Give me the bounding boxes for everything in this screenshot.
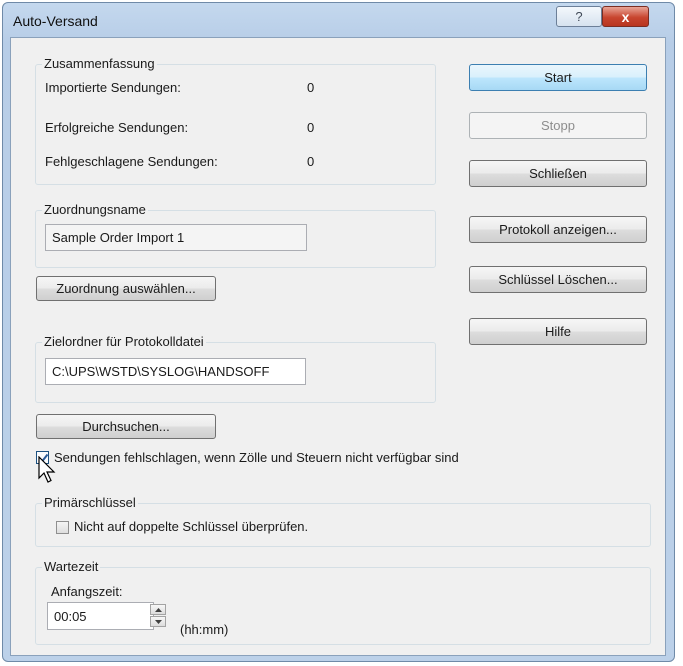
mapping-group-label: Zuordnungsname [42,202,148,218]
fail-shipments-label[interactable]: Sendungen fehlschlagen, wenn Zölle und S… [54,450,459,465]
dialog-body: Zusammenfassung Importierte Sendungen: 0… [10,37,666,656]
primary-key-group-label: Primärschlüssel [42,495,138,511]
failed-shipments-value: 0 [307,154,315,169]
summary-group-label: Zusammenfassung [42,56,157,72]
failed-shipments-label: Fehlgeschlagene Sendungen: [45,154,218,169]
wait-group-label: Wartezeit [42,559,101,575]
successful-shipments-label: Erfolgreiche Sendungen: [45,120,189,135]
delete-keys-button[interactable]: Schlüssel Löschen... [469,266,647,293]
no-duplicate-check-label[interactable]: Nicht auf doppelte Schlüssel überprüfen. [74,519,308,534]
no-duplicate-check-checkbox[interactable] [56,521,69,534]
start-time-label: Anfangszeit: [51,584,123,599]
log-folder-input[interactable]: C:\UPS\WSTD\SYSLOG\HANDSOFF [45,358,306,385]
select-mapping-button[interactable]: Zuordnung auswählen... [36,276,216,301]
stop-button[interactable]: Stopp [469,112,647,139]
close-icon[interactable]: x [602,6,649,27]
dialog-window: Auto-Versand ? x Zusammenfassung Importi… [2,2,675,662]
imported-shipments-label: Importierte Sendungen: [45,80,181,95]
spin-down-icon[interactable] [150,616,166,627]
imported-shipments-value: 0 [307,80,315,95]
browse-button[interactable]: Durchsuchen... [36,414,216,439]
help-icon[interactable]: ? [556,6,602,27]
start-time-input[interactable]: 00:05 [47,602,154,630]
close-button[interactable]: Schließen [469,160,647,187]
mapping-name-field: Sample Order Import 1 [45,224,307,251]
successful-shipments-value: 0 [307,120,315,135]
time-unit-label: (hh:mm) [180,622,229,637]
window-title: Auto-Versand [13,13,98,29]
spin-up-icon[interactable] [150,604,166,615]
help-button[interactable]: Hilfe [469,318,647,345]
title-bar[interactable]: Auto-Versand ? x [3,3,674,41]
start-button[interactable]: Start [469,64,647,91]
show-log-button[interactable]: Protokoll anzeigen... [469,216,647,243]
mouse-cursor-icon [38,456,56,483]
log-folder-group-label: Zielordner für Protokolldatei [42,334,206,350]
